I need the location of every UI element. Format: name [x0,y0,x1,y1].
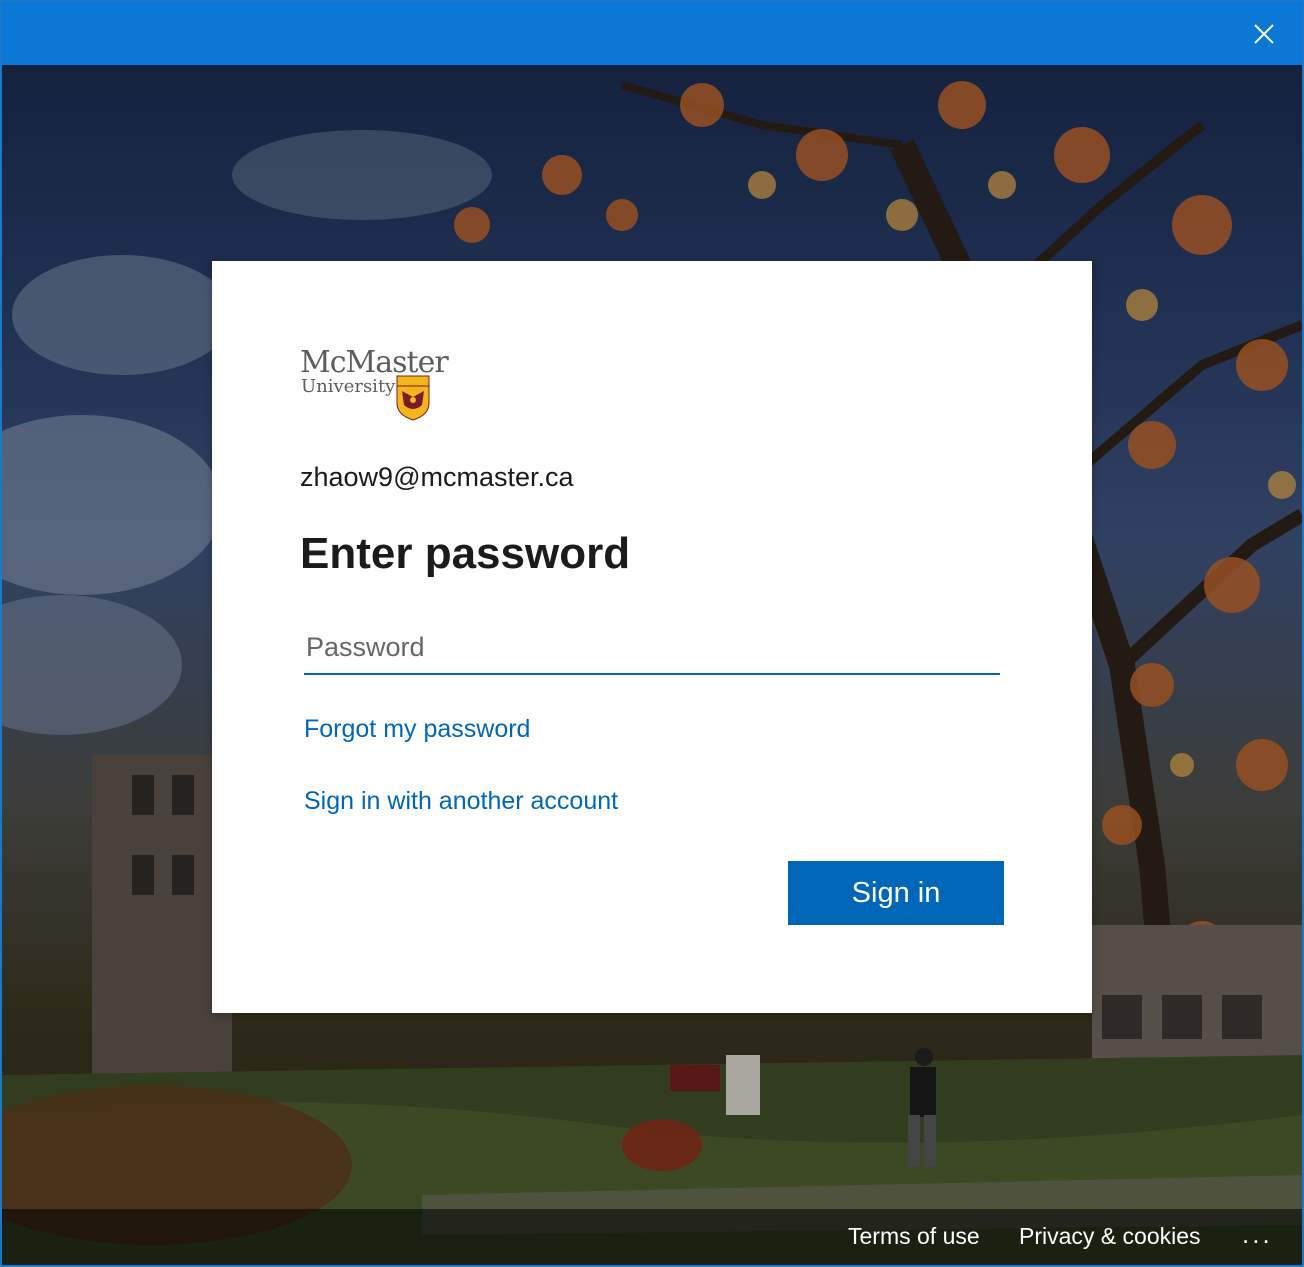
footer-bar: Terms of use Privacy & cookies ... [2,1209,1302,1265]
more-options-button[interactable]: ... [1242,1219,1273,1250]
sign-in-button[interactable]: Sign in [788,861,1004,925]
forgot-password-link[interactable]: Forgot my password [304,715,530,744]
page-title: Enter password [300,529,631,578]
terms-of-use-link[interactable]: Terms of use [848,1223,980,1250]
password-input[interactable] [304,621,1000,675]
account-email: zhaow9@mcmaster.ca [300,462,574,492]
close-button[interactable] [1244,14,1284,54]
sign-in-another-account-link[interactable]: Sign in with another account [304,787,618,816]
title-bar [2,2,1302,65]
sign-in-window: McMaster University zhaow9@mcmaster.ca E… [0,0,1304,1267]
logo-sub: University [301,376,396,397]
sign-in-card: McMaster University zhaow9@mcmaster.ca E… [212,261,1092,1013]
mcmaster-logo: McMaster University [300,347,449,427]
privacy-cookies-link[interactable]: Privacy & cookies [1019,1223,1201,1250]
close-icon [1254,24,1274,44]
crest-icon [396,375,430,421]
